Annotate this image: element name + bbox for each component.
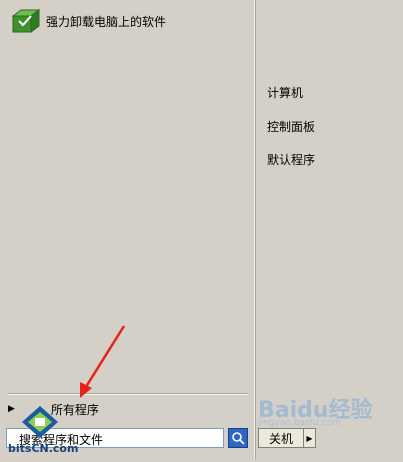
pinned-program-label: 强力卸载电脑上的软件 xyxy=(46,14,167,29)
bitscn-watermark: bitsCN.com xyxy=(6,404,86,459)
red-annotation-arrow xyxy=(80,325,126,398)
pinned-program-uninstaller[interactable]: 强力卸载电脑上的软件 xyxy=(10,6,166,36)
uninstall-box-icon xyxy=(11,9,40,33)
triangle-right-icon: ▶ xyxy=(306,433,313,443)
shutdown-options-button[interactable]: ▶ xyxy=(304,428,316,448)
bitscn-logo-icon: bitsCN.com xyxy=(8,406,78,455)
shutdown-button[interactable]: 关机 xyxy=(258,428,304,448)
right-item-control-panel[interactable]: 控制面板 xyxy=(267,118,315,135)
magnifier-icon xyxy=(232,432,245,445)
baidu-url-text: jingyan.baidu.com xyxy=(258,418,342,428)
right-item-default-programs[interactable]: 默认程序 xyxy=(267,151,315,168)
right-item-computer[interactable]: 计算机 xyxy=(267,84,303,101)
start-menu-right-pane: 计算机 控制面板 默认程序 xyxy=(254,0,403,459)
bitscn-logo-text: bitsCN.com xyxy=(8,442,78,455)
search-button[interactable] xyxy=(228,428,248,448)
baidu-jingyan-watermark: Baidu经验 jingyan.baidu.com xyxy=(258,392,398,428)
